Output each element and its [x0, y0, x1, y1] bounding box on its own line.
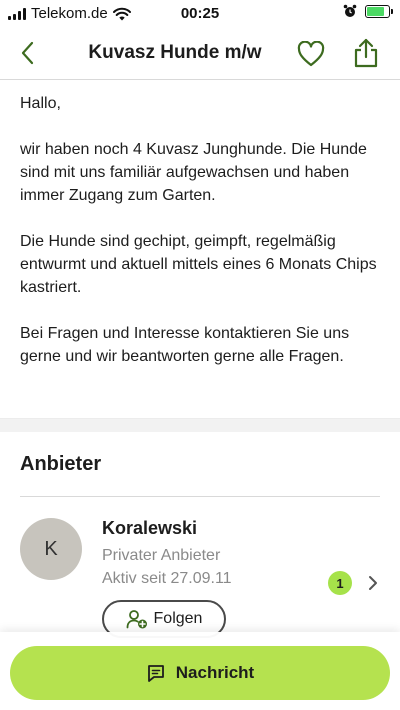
follow-label: Folgen: [153, 610, 203, 627]
nav-header: Kuvasz Hunde m/w: [0, 28, 400, 80]
message-button[interactable]: Nachricht: [10, 646, 390, 700]
heart-icon: [297, 41, 325, 67]
seller-type: Privater Anbieter: [102, 547, 221, 564]
back-button[interactable]: [12, 38, 42, 68]
back-icon: [21, 41, 34, 65]
chat-icon: [147, 665, 164, 682]
status-right: [343, 4, 393, 18]
avatar[interactable]: K: [20, 518, 82, 580]
add-user-icon: [126, 610, 147, 629]
status-time: 00:25: [180, 5, 220, 22]
seller-active-since: Aktiv seit 27.09.11: [102, 570, 232, 587]
description-paragraph: Bei Fragen und Interesse kontaktieren Si…: [20, 325, 350, 365]
battery-icon: [365, 4, 393, 18]
share-button[interactable]: [350, 36, 382, 70]
chevron-right-icon[interactable]: [365, 574, 381, 592]
status-bar: Telekom.de 00:25: [0, 0, 400, 28]
battery-fill: [367, 6, 384, 16]
favorite-button[interactable]: [295, 38, 327, 70]
alarm-icon: [343, 4, 357, 17]
description-paragraph: Hallo,: [20, 95, 61, 112]
description-paragraph: Die Hunde sind gechipt, geimpft, regelmä…: [20, 233, 377, 296]
page-title: Kuvasz Hunde m/w: [88, 42, 262, 63]
message-label: Nachricht: [175, 663, 255, 682]
description-paragraph: wir haben noch 4 Kuvasz Junghunde. Die H…: [20, 141, 367, 204]
count-badge: 1: [328, 571, 352, 595]
seller-section-title: Anbieter: [20, 453, 102, 475]
section-divider: [0, 418, 400, 432]
share-icon: [354, 38, 378, 68]
ad-description: Hallo, wir haben noch 4 Kuvasz Junghunde…: [20, 92, 385, 391]
seller-name[interactable]: Koralewski: [102, 518, 197, 539]
divider-line: [20, 496, 380, 497]
